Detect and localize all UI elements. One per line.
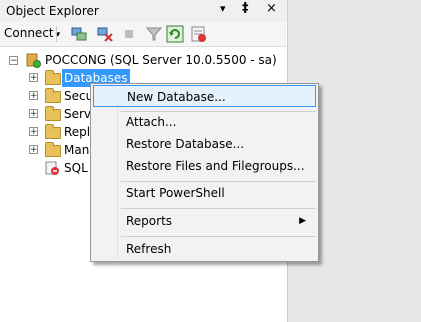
toolbar-separator xyxy=(56,26,57,42)
menu-separator xyxy=(121,236,316,237)
connect-button[interactable]: Connect ▾ xyxy=(4,26,60,40)
window-position-dropdown-icon[interactable]: ▾ xyxy=(220,2,226,15)
filter-icon[interactable] xyxy=(145,25,163,43)
folder-icon xyxy=(45,124,61,139)
expand-icon[interactable]: + xyxy=(29,73,38,83)
menu-item-new-database[interactable]: New Database... xyxy=(93,85,316,107)
folder-icon xyxy=(45,88,61,103)
pin-icon[interactable]: ‡ xyxy=(242,1,249,16)
activity-monitor-icon[interactable] xyxy=(190,25,208,43)
menu-label: New Database... xyxy=(127,90,226,104)
window-title: Object Explorer xyxy=(6,4,99,18)
menu-separator xyxy=(121,208,316,209)
folder-icon xyxy=(45,70,61,85)
collapse-icon[interactable]: − xyxy=(9,56,18,66)
folder-icon xyxy=(45,142,61,157)
menu-label: Start PowerShell xyxy=(126,186,225,200)
menu-item-reports[interactable]: Reports ▶ xyxy=(93,210,316,232)
server-icon xyxy=(26,53,41,68)
menu-item-restore-database[interactable]: Restore Database... xyxy=(93,133,316,155)
close-icon[interactable]: × xyxy=(266,1,277,16)
object-explorer-toolbar: Connect ▾ xyxy=(0,22,286,47)
context-menu: New Database... Attach... Restore Databa… xyxy=(90,83,319,262)
expand-icon[interactable]: + xyxy=(29,127,38,137)
disconnect-icon[interactable] xyxy=(96,25,114,43)
sql-agent-icon xyxy=(45,161,59,175)
refresh-icon[interactable] xyxy=(166,25,184,43)
expand-icon[interactable]: + xyxy=(29,145,38,155)
expand-icon[interactable]: + xyxy=(29,91,38,101)
menu-item-start-powershell[interactable]: Start PowerShell xyxy=(93,182,316,204)
server-label: POCCONG (SQL Server 10.0.5500 - sa) xyxy=(45,53,277,67)
connect-object-explorer-icon[interactable] xyxy=(70,25,88,43)
menu-item-refresh[interactable]: Refresh xyxy=(93,238,316,260)
submenu-arrow-icon: ▶ xyxy=(299,216,306,226)
connect-label: Connect xyxy=(4,26,54,40)
menu-label: Reports xyxy=(126,214,173,228)
menu-label: Restore Files and Filegroups... xyxy=(126,159,305,173)
menu-label: Refresh xyxy=(126,242,172,256)
menu-label: Attach... xyxy=(126,115,177,129)
menu-label: Restore Database... xyxy=(126,137,245,151)
stop-icon[interactable] xyxy=(120,25,138,43)
tree-label-security: Secu xyxy=(64,89,94,103)
folder-icon xyxy=(45,106,61,121)
menu-item-attach[interactable]: Attach... xyxy=(93,111,316,133)
menu-item-restore-files[interactable]: Restore Files and Filegroups... xyxy=(93,155,316,177)
expand-icon[interactable]: + xyxy=(29,109,38,119)
